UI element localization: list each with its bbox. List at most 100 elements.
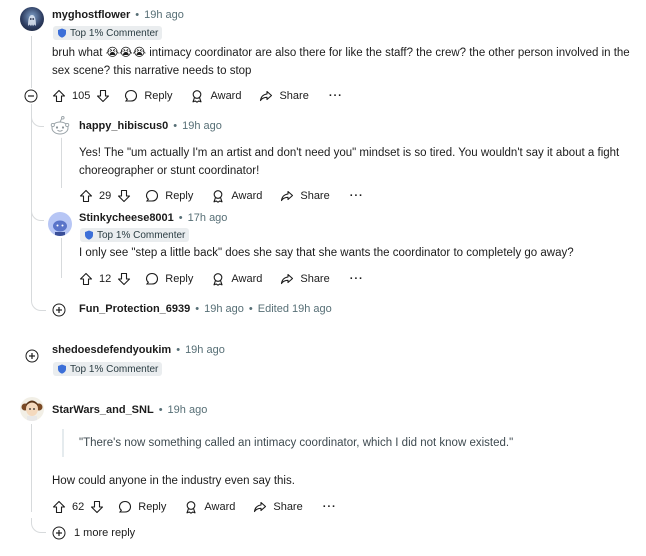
downvote-icon[interactable] xyxy=(96,89,110,103)
vote-group: 29 xyxy=(79,189,131,203)
upvote-icon[interactable] xyxy=(79,272,93,286)
avatar[interactable] xyxy=(20,397,44,421)
shield-icon xyxy=(58,364,66,374)
comment-header: Fun_Protection_6939 • 19h ago • Edited 1… xyxy=(79,303,332,315)
comment-header: Stinkycheese8001 • 17h ago xyxy=(79,212,227,224)
timestamp[interactable]: 19h ago xyxy=(168,404,208,416)
vote-count: 105 xyxy=(72,90,91,102)
separator: • xyxy=(173,120,178,132)
status-badge: Top 1% Commenter xyxy=(53,26,163,40)
comment-actions: 12 Reply Award Share ··· xyxy=(79,269,364,289)
snoo-avatar-icon xyxy=(53,220,67,236)
avatar[interactable] xyxy=(20,7,44,31)
share-icon xyxy=(281,273,294,285)
vote-group: 105 xyxy=(52,89,110,103)
username[interactable]: happy_hibiscus0 xyxy=(79,120,168,132)
share-label: Share xyxy=(273,501,303,513)
ghost-avatar-icon xyxy=(28,15,36,26)
reply-bubble-icon xyxy=(146,189,159,202)
vote-count: 62 xyxy=(72,501,85,513)
separator: • xyxy=(135,9,140,21)
reply-label: Reply xyxy=(165,273,194,285)
username[interactable]: Fun_Protection_6939 xyxy=(79,303,190,315)
reply-label: Reply xyxy=(165,190,194,202)
share-icon xyxy=(281,190,294,202)
status-badge: Top 1% Commenter xyxy=(80,228,190,242)
comment-header: StarWars_and_SNL • 19h ago xyxy=(52,404,207,416)
vote-group: 62 xyxy=(52,500,104,514)
timestamp[interactable]: 19h ago xyxy=(144,9,184,21)
thread-line xyxy=(31,36,32,88)
avatar[interactable] xyxy=(48,212,72,236)
reply-bubble-icon xyxy=(146,272,159,285)
award-button[interactable]: Award xyxy=(184,500,235,514)
username[interactable]: Stinkycheese8001 xyxy=(79,212,174,224)
downvote-icon[interactable] xyxy=(117,189,131,203)
vote-group: 12 xyxy=(79,272,131,286)
reply-label: Reply xyxy=(138,501,167,513)
comment-header: shedoesdefendyoukim • 19h ago xyxy=(52,344,225,356)
upvote-icon[interactable] xyxy=(52,89,66,103)
avatar[interactable] xyxy=(48,114,72,138)
comment-header: myghostflower • 19h ago xyxy=(52,9,184,21)
comment-actions: 62 Reply Award Share ··· xyxy=(52,497,337,517)
more-replies-label: 1 more reply xyxy=(74,527,136,539)
award-button[interactable]: Award xyxy=(211,189,262,203)
more-options-button[interactable]: ··· xyxy=(350,273,364,285)
timestamp[interactable]: 17h ago xyxy=(188,212,228,224)
reply-label: Reply xyxy=(144,90,173,102)
reply-button[interactable]: Reply xyxy=(145,189,193,203)
more-options-button[interactable]: ··· xyxy=(323,501,337,513)
upvote-icon[interactable] xyxy=(79,189,93,203)
award-label: Award xyxy=(231,190,263,202)
character-avatar-icon xyxy=(21,400,43,421)
username[interactable]: myghostflower xyxy=(52,9,130,21)
more-options-button[interactable]: ··· xyxy=(350,190,364,202)
more-options-button[interactable]: ··· xyxy=(329,90,343,102)
plus-circle-icon xyxy=(52,526,66,540)
share-button[interactable]: Share xyxy=(253,500,303,514)
badge-label: Top 1% Commenter xyxy=(97,229,186,241)
award-icon xyxy=(213,190,223,203)
share-button[interactable]: Share xyxy=(259,89,309,103)
username[interactable]: StarWars_and_SNL xyxy=(52,404,154,416)
badge-label: Top 1% Commenter xyxy=(70,363,159,375)
separator: • xyxy=(176,344,181,356)
thread-connector xyxy=(31,206,44,221)
vote-count: 29 xyxy=(99,190,112,202)
separator: • xyxy=(178,212,183,224)
comment-body: I only see "step a little back" does she… xyxy=(79,247,574,259)
username[interactable]: shedoesdefendyoukim xyxy=(52,344,171,356)
reply-button[interactable]: Reply xyxy=(145,272,193,286)
thread-line xyxy=(61,238,62,278)
award-label: Award xyxy=(231,273,263,285)
thread-connector xyxy=(31,112,44,127)
collapse-thread-button[interactable] xyxy=(24,89,38,103)
reply-button[interactable]: Reply xyxy=(124,89,172,103)
timestamp[interactable]: 19h ago xyxy=(185,344,225,356)
reply-button[interactable]: Reply xyxy=(118,500,166,514)
upvote-icon[interactable] xyxy=(52,500,66,514)
award-button[interactable]: Award xyxy=(190,89,241,103)
separator: • xyxy=(248,303,253,315)
thread-connector xyxy=(31,518,46,533)
more-replies-link[interactable]: 1 more reply xyxy=(52,526,135,540)
share-button[interactable]: Share xyxy=(280,189,330,203)
timestamp[interactable]: 19h ago xyxy=(182,120,222,132)
comment-actions: 29 Reply Award Share ··· xyxy=(79,186,364,206)
share-icon xyxy=(260,90,273,102)
comment-actions: 105 Reply Award Share ··· xyxy=(52,86,343,106)
separator: • xyxy=(195,303,200,315)
downvote-icon[interactable] xyxy=(117,272,131,286)
share-button[interactable]: Share xyxy=(280,272,330,286)
expand-thread-button[interactable] xyxy=(25,349,39,363)
expand-thread-button[interactable] xyxy=(52,303,66,317)
award-button[interactable]: Award xyxy=(211,272,262,286)
award-label: Award xyxy=(204,501,236,513)
timestamp[interactable]: 19h ago xyxy=(204,303,244,315)
comment-body: How could anyone in the industry even sa… xyxy=(52,475,295,487)
thread-connector xyxy=(31,296,46,311)
separator: • xyxy=(158,404,163,416)
edited-label: Edited 19h ago xyxy=(257,303,332,315)
downvote-icon[interactable] xyxy=(90,500,104,514)
